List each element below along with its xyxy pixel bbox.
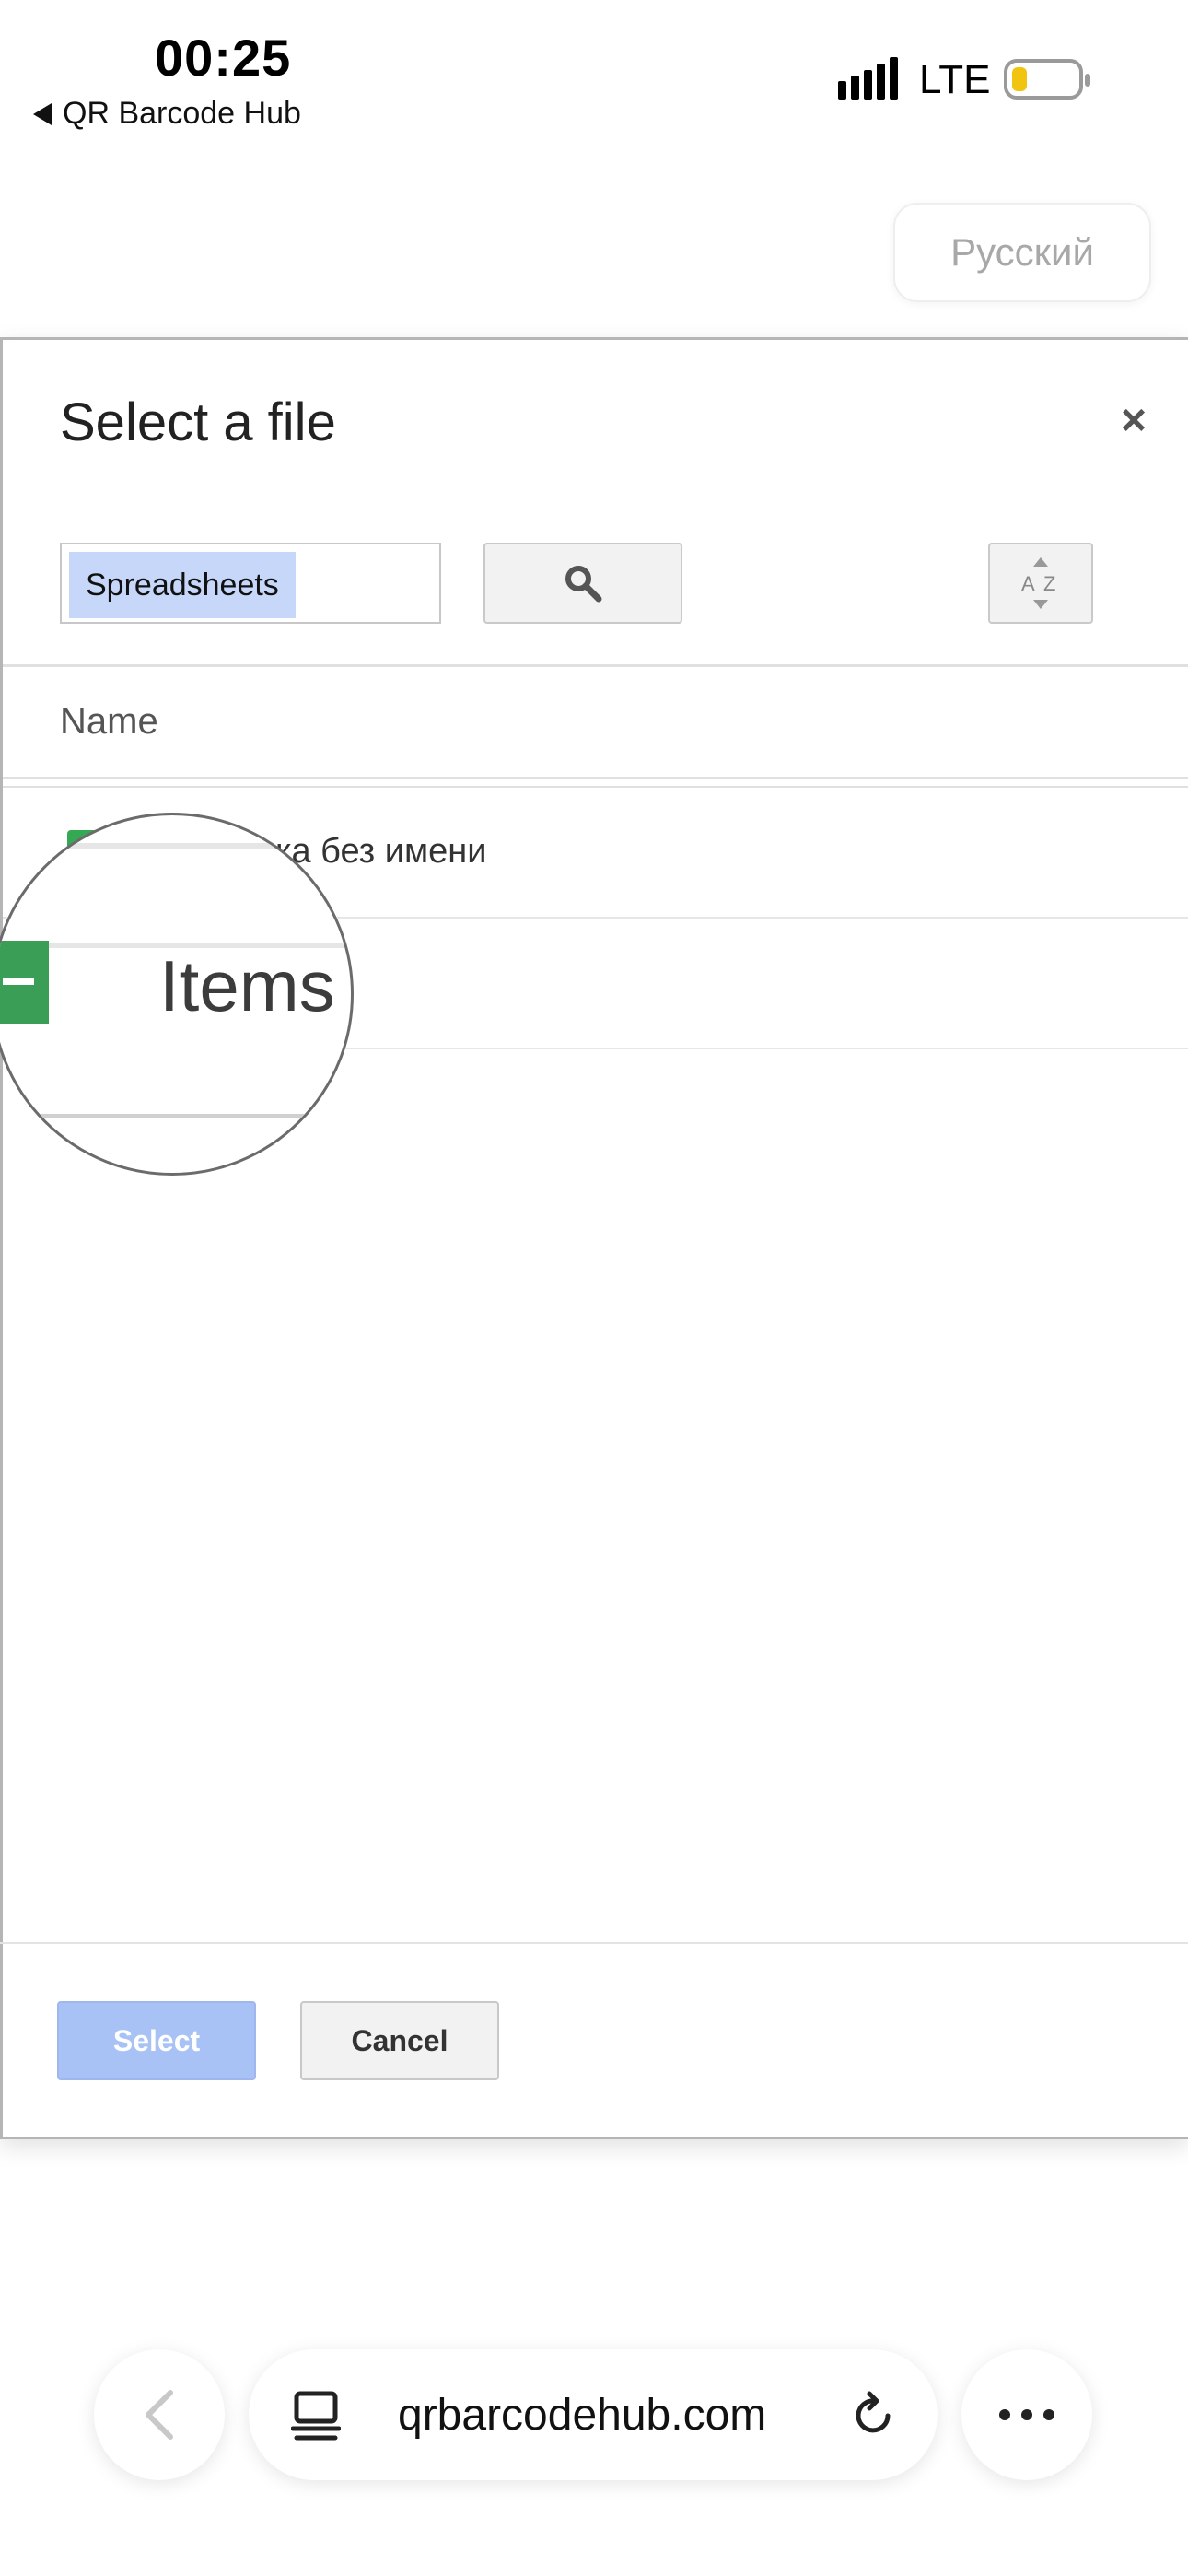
footer-divider	[0, 1942, 1188, 1944]
battery-icon	[1004, 59, 1090, 100]
search-input[interactable]: Spreadsheets	[60, 543, 441, 624]
file-name: ка без имени	[275, 832, 487, 871]
network-type: LTE	[919, 57, 991, 102]
tabs-icon	[291, 2391, 341, 2441]
sort-az-icon: A Z	[1021, 557, 1055, 609]
magnified-row-label: Items	[159, 945, 335, 1026]
search-input-selected-text: Spreadsheets	[69, 552, 296, 618]
search-button[interactable]	[483, 543, 682, 624]
signal-icon	[838, 57, 898, 100]
cancel-button[interactable]: Cancel	[300, 2001, 499, 2080]
dialog-title: Select a file	[60, 392, 336, 452]
close-button[interactable]: ×	[1121, 395, 1147, 446]
chevron-left-icon	[146, 2390, 173, 2440]
svg-text:A: A	[1021, 572, 1035, 595]
language-selector[interactable]: Русский	[893, 203, 1151, 302]
back-app-label: QR Barcode Hub	[63, 96, 301, 131]
sort-button[interactable]: A Z	[988, 543, 1093, 624]
magnifier-loupe: Items	[0, 813, 354, 1176]
column-header-name: Name	[60, 701, 158, 742]
address-bar[interactable]: qrbarcodehub.com	[249, 2349, 938, 2480]
more-icon	[999, 2409, 1010, 2420]
header-divider	[3, 777, 1188, 779]
browser-back-button[interactable]	[94, 2349, 225, 2480]
select-button[interactable]: Select	[57, 2001, 256, 2080]
url-text: qrbarcodehub.com	[398, 2391, 767, 2440]
page: 00:25 QR Barcode Hub LTE Русский Select …	[0, 0, 1188, 2576]
toolbar-divider	[3, 664, 1188, 667]
spreadsheet-icon	[0, 941, 49, 1024]
svg-text:Z: Z	[1043, 572, 1055, 595]
status-time: 00:25	[155, 29, 292, 87]
back-triangle-icon	[33, 102, 52, 125]
search-icon	[565, 566, 602, 603]
file-picker-dialog: Select a file × Spreadsheets A Z Name ка	[0, 337, 1188, 2139]
more-button[interactable]	[961, 2349, 1092, 2480]
back-to-app-link[interactable]: QR Barcode Hub	[33, 96, 301, 132]
reload-icon[interactable]	[847, 2390, 899, 2441]
